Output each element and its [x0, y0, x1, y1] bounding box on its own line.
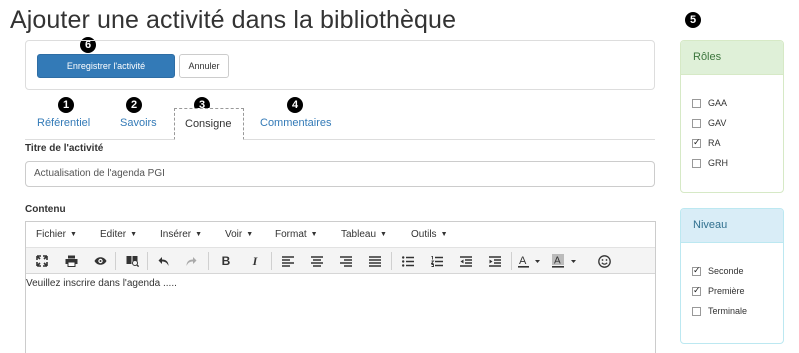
tab-consigne[interactable]: Consigne	[174, 108, 244, 140]
editor-menubar: Fichier ▼ Editer ▼ Insérer ▼ Voir ▼ Format ▼ …	[26, 222, 655, 248]
editor-toolbar: B I A A	[26, 248, 655, 274]
marker-1: 1	[58, 97, 74, 113]
role-checkbox-ra[interactable]: RA	[692, 137, 721, 148]
marker-5: 5	[685, 12, 701, 28]
page-title: Ajouter une activité dans la bibliothèqu…	[10, 6, 457, 34]
niveau-panel: Niveau Seconde Première Terminale	[680, 208, 784, 344]
svg-text:A: A	[519, 255, 527, 267]
tab-referentiel[interactable]: Référentiel	[37, 117, 90, 129]
align-left-icon[interactable]	[278, 252, 298, 270]
checkbox-checked-icon	[692, 265, 701, 276]
niveau-checkbox-terminale[interactable]: Terminale	[692, 306, 747, 316]
niveau-checkbox-seconde[interactable]: Seconde	[692, 265, 744, 276]
svg-text:A: A	[554, 256, 561, 267]
print-icon[interactable]	[61, 252, 81, 270]
menu-outils-label: Outils	[411, 229, 437, 240]
tabs-divider	[25, 139, 655, 140]
bullet-list-icon[interactable]	[398, 252, 418, 270]
text-color-icon[interactable]: A	[516, 252, 546, 270]
bold-icon[interactable]: B	[216, 252, 236, 270]
role-label-ra: RA	[708, 138, 721, 148]
menu-voir[interactable]: Voir ▼	[225, 229, 253, 240]
menu-fichier[interactable]: Fichier ▼	[36, 229, 77, 240]
menu-editer[interactable]: Editer ▼	[100, 229, 137, 240]
niveau-panel-title: Niveau	[681, 209, 783, 243]
checkbox-icon	[692, 98, 701, 108]
menu-inserer[interactable]: Insérer ▼	[160, 229, 202, 240]
background-color-icon[interactable]: A	[550, 252, 584, 270]
title-label: Titre de l'activité	[25, 143, 104, 154]
roles-panel: Rôles GAA GAV RA GRH	[680, 40, 784, 193]
menu-editer-label: Editer	[100, 229, 127, 240]
undo-icon[interactable]	[154, 252, 174, 270]
checkbox-icon	[692, 158, 701, 168]
menu-format[interactable]: Format ▼	[275, 229, 318, 240]
indent-icon[interactable]	[485, 252, 505, 270]
niveau-label-premiere: Première	[708, 286, 745, 296]
marker-2: 2	[126, 97, 142, 113]
checkbox-icon	[692, 306, 701, 316]
checkbox-checked-icon	[692, 137, 701, 148]
niveau-label-seconde: Seconde	[708, 266, 744, 276]
numbered-list-icon[interactable]	[427, 252, 447, 270]
checkbox-checked-icon	[692, 285, 701, 296]
roles-panel-title: Rôles	[681, 41, 783, 75]
niveau-checkbox-premiere[interactable]: Première	[692, 285, 745, 296]
checkbox-icon	[692, 118, 701, 128]
redo-icon[interactable]	[181, 252, 201, 270]
tab-savoirs[interactable]: Savoirs	[120, 117, 157, 129]
role-checkbox-gaa[interactable]: GAA	[692, 98, 727, 108]
cancel-button[interactable]: Annuler	[179, 54, 229, 78]
fullscreen-icon[interactable]	[32, 252, 52, 270]
editor-body[interactable]: Veuillez inscrire dans l'agenda .....	[26, 278, 177, 289]
content-label: Contenu	[25, 204, 66, 215]
menu-format-label: Format	[275, 229, 307, 240]
align-center-icon[interactable]	[307, 252, 327, 270]
menu-tableau-label: Tableau	[341, 229, 377, 240]
rich-text-editor: Fichier ▼ Editer ▼ Insérer ▼ Voir ▼ Format ▼ …	[25, 221, 656, 353]
preview-icon[interactable]	[90, 252, 110, 270]
menu-outils[interactable]: Outils ▼	[411, 229, 448, 240]
menu-voir-label: Voir	[225, 229, 243, 240]
emoticons-icon[interactable]	[594, 252, 614, 270]
menu-fichier-label: Fichier	[36, 229, 67, 240]
marker-4: 4	[287, 97, 303, 113]
role-label-gav: GAV	[708, 118, 727, 128]
menu-inserer-label: Insérer	[160, 229, 192, 240]
activity-title-input[interactable]: Actualisation de l'agenda PGI	[25, 161, 655, 187]
save-activity-button[interactable]: Enregistrer l'activité	[37, 54, 175, 78]
role-checkbox-grh[interactable]: GRH	[692, 158, 728, 168]
justify-icon[interactable]	[365, 252, 385, 270]
outdent-icon[interactable]	[456, 252, 476, 270]
menu-tableau[interactable]: Tableau ▼	[341, 229, 387, 240]
role-checkbox-gav[interactable]: GAV	[692, 118, 726, 128]
align-right-icon[interactable]	[336, 252, 356, 270]
role-label-gaa: GAA	[708, 98, 728, 108]
tab-consigne-label: Consigne	[185, 118, 232, 130]
tab-commentaires[interactable]: Commentaires	[260, 117, 332, 129]
italic-icon[interactable]: I	[245, 252, 265, 270]
niveau-label-terminale: Terminale	[708, 306, 748, 316]
search-replace-icon[interactable]	[122, 252, 142, 270]
role-label-grh: GRH	[708, 158, 728, 168]
